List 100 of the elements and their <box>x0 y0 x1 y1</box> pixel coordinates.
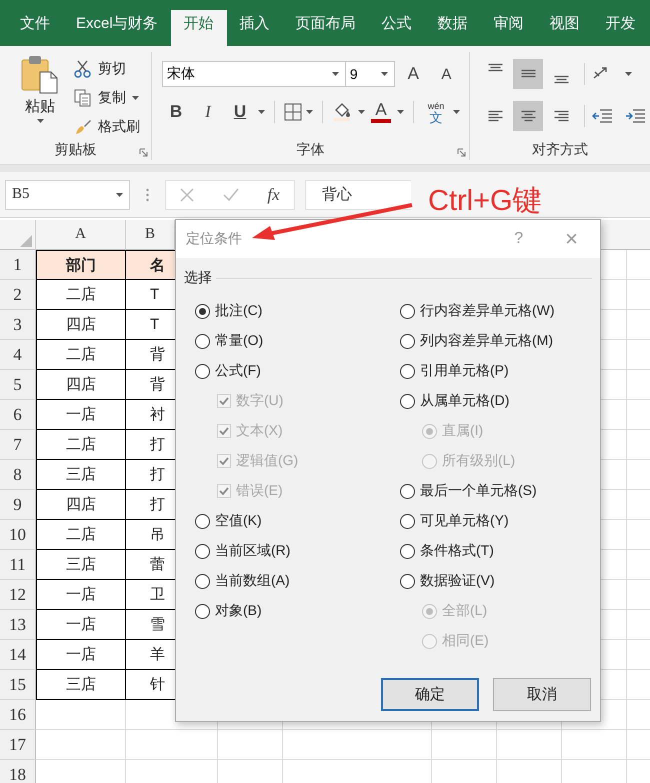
formula-field[interactable]: 背心 <box>305 180 411 210</box>
ribbon-tab[interactable]: 视图 <box>536 10 593 46</box>
caret-icon[interactable] <box>306 110 313 114</box>
bold-button[interactable]: B <box>162 99 190 125</box>
caret-icon[interactable] <box>332 72 339 76</box>
caret-icon[interactable] <box>132 96 139 100</box>
insert-function-button[interactable]: fx <box>267 184 280 204</box>
caret-icon[interactable] <box>380 72 388 76</box>
paste-button[interactable]: 粘贴 <box>14 54 66 140</box>
ribbon-tab[interactable]: Excel与财务 <box>63 10 171 46</box>
name-box[interactable]: B5 <box>5 180 130 210</box>
dialog-button[interactable]: 确定 <box>381 678 479 711</box>
section-label: 选择 <box>184 269 212 287</box>
scissors-icon <box>74 60 92 78</box>
ribbon-tab[interactable]: 页面布局 <box>282 10 369 46</box>
row-header[interactable]: 4 <box>0 340 36 370</box>
radio-button[interactable] <box>400 544 415 558</box>
caret-icon[interactable] <box>397 110 404 114</box>
italic-button[interactable]: I <box>194 99 222 125</box>
row-header[interactable]: 8 <box>0 460 36 490</box>
copy-button[interactable]: 复制 <box>72 85 142 110</box>
option-label: 对象(B) <box>215 602 262 620</box>
table-cell: 四店 <box>36 310 126 340</box>
align-button[interactable] <box>513 59 543 89</box>
radio-button[interactable] <box>195 544 210 558</box>
table-cell: 二店 <box>36 280 126 310</box>
radio-button[interactable] <box>400 394 415 408</box>
row-header[interactable]: 12 <box>0 580 36 610</box>
row-header[interactable]: 14 <box>0 640 36 670</box>
caret-icon[interactable] <box>453 110 460 114</box>
font-name-dropdown[interactable]: 宋体 <box>162 61 346 87</box>
caret-icon[interactable] <box>258 110 265 114</box>
option-label: 批注(C) <box>215 302 262 320</box>
table-cell: 三店 <box>36 460 126 490</box>
option-label: 逻辑值(G) <box>236 452 298 470</box>
ribbon-tab[interactable]: 开发 <box>592 10 649 46</box>
grow-font-button[interactable]: A <box>398 64 428 84</box>
radio-button[interactable] <box>400 304 415 318</box>
table-cell: 三店 <box>36 550 126 580</box>
caret-icon[interactable] <box>116 192 123 196</box>
check-icon[interactable] <box>222 188 239 202</box>
radio-button[interactable] <box>195 304 210 318</box>
table-cell: 部门 <box>36 250 126 280</box>
group-label: 对齐方式 <box>532 141 588 159</box>
cut-button[interactable]: 剪切 <box>72 56 142 81</box>
decrease-indent-icon[interactable] <box>592 107 614 125</box>
row-header[interactable]: 5 <box>0 370 36 400</box>
annotation-text: Ctrl+G键 <box>428 184 542 219</box>
radio-button[interactable] <box>400 484 415 498</box>
increase-indent-icon[interactable] <box>625 107 647 125</box>
dialog-launcher-icon[interactable] <box>139 148 148 157</box>
row-header[interactable]: 9 <box>0 490 36 520</box>
align-top-icon <box>488 63 502 73</box>
ribbon-tab[interactable]: 公式 <box>368 10 425 46</box>
radio-button[interactable] <box>195 334 210 348</box>
dialog-launcher-icon[interactable] <box>457 148 466 157</box>
ribbon-tab[interactable]: 开始 <box>170 10 227 46</box>
shrink-font-button[interactable]: A <box>432 66 461 82</box>
row-header[interactable]: 18 <box>0 760 36 783</box>
row-header[interactable]: 11 <box>0 550 36 580</box>
caret-icon[interactable] <box>36 119 44 123</box>
font-size-dropdown[interactable]: 9 <box>346 61 395 87</box>
radio-button[interactable] <box>400 334 415 348</box>
row-header[interactable]: 17 <box>0 730 36 760</box>
align-button[interactable] <box>513 101 543 131</box>
table-cell: 二店 <box>36 520 126 550</box>
caret-icon[interactable] <box>625 72 632 76</box>
clipboard-icon <box>20 54 60 94</box>
caret-icon[interactable] <box>358 110 365 114</box>
radio-button[interactable] <box>400 574 415 588</box>
dialog-button[interactable]: 取消 <box>493 678 591 711</box>
option-label: 当前区域(R) <box>215 542 290 560</box>
row-header[interactable]: 6 <box>0 400 36 430</box>
ribbon-tab[interactable]: 文件 <box>7 10 63 46</box>
row-header[interactable]: 1 <box>0 250 36 280</box>
underline-button[interactable]: U <box>226 99 254 125</box>
format-painter-button[interactable]: 格式刷 <box>72 114 142 139</box>
radio-button[interactable] <box>400 364 415 378</box>
ribbon-tab[interactable]: 审阅 <box>480 10 537 46</box>
font-color-button[interactable]: A <box>369 101 393 123</box>
row-header[interactable]: 3 <box>0 310 36 340</box>
radio-button[interactable] <box>195 574 210 588</box>
row-header[interactable]: 16 <box>0 700 36 730</box>
ribbon-tab[interactable]: 插入 <box>226 10 283 46</box>
copy-icon <box>74 88 92 106</box>
radio-button[interactable] <box>400 514 415 528</box>
radio-button[interactable] <box>195 364 210 378</box>
row-header[interactable]: 10 <box>0 520 36 550</box>
option-label: 常量(O) <box>215 332 264 350</box>
row-header[interactable]: 7 <box>0 430 36 460</box>
row-header[interactable]: 13 <box>0 610 36 640</box>
borders-icon[interactable] <box>284 103 302 121</box>
phonetic-button[interactable]: wén 文 <box>423 101 449 123</box>
radio-button[interactable] <box>195 604 210 618</box>
ribbon-tab[interactable]: 数据 <box>424 10 481 46</box>
row-header[interactable]: 15 <box>0 670 36 700</box>
option-label: 可见单元格(Y) <box>420 512 509 530</box>
align-left-icon <box>488 110 502 122</box>
radio-button[interactable] <box>195 514 210 528</box>
row-header[interactable]: 2 <box>0 280 36 310</box>
